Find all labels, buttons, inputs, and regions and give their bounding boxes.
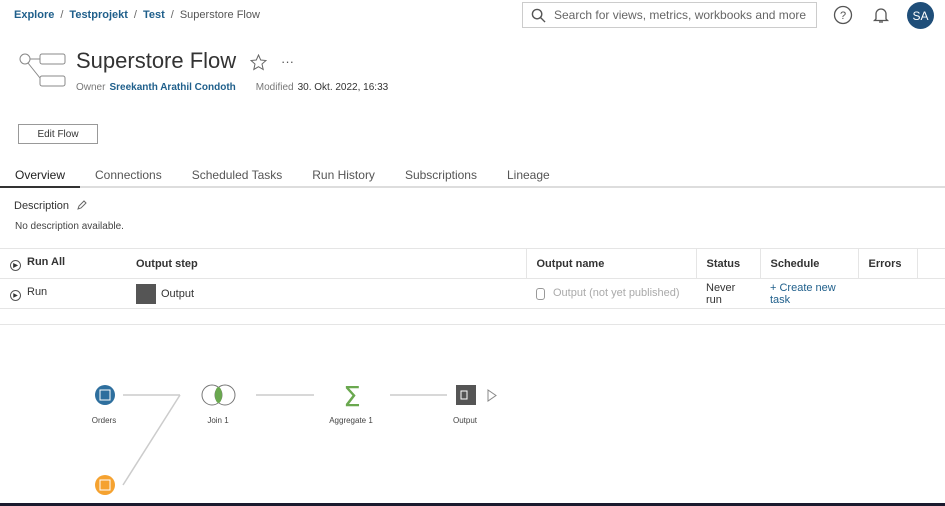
breadcrumb-explore[interactable]: Explore	[14, 9, 54, 21]
breadcrumb-current: Superstore Flow	[179, 9, 260, 21]
source-node-2[interactable]	[95, 475, 115, 495]
node-label-aggregate: Aggregate 1	[329, 416, 373, 425]
flow-meta: Owner Sreekanth Arathil Condoth Modified…	[76, 82, 389, 93]
outputs-table: ▶ Run All Output step Output name Status …	[0, 248, 945, 309]
node-label-orders: Orders	[91, 416, 117, 425]
owner-link[interactable]: Sreekanth Arathil Condoth	[109, 82, 235, 93]
database-icon	[536, 287, 545, 300]
output-node-icon[interactable]	[456, 385, 476, 405]
node-label-join: Join 1	[207, 416, 229, 425]
svg-text:?: ?	[840, 10, 846, 22]
flow-canvas: Σ	[95, 380, 497, 495]
tab-bar: Overview Connections Scheduled Tasks Run…	[0, 168, 945, 188]
favorite-star-icon[interactable]	[250, 54, 267, 71]
run-all-button[interactable]: ▶ Run All	[0, 248, 126, 279]
description-text: No description available.	[15, 221, 124, 232]
edit-flow-button[interactable]: Edit Flow	[18, 124, 98, 144]
help-icon[interactable]: ?	[833, 5, 853, 25]
run-output-icon[interactable]	[487, 389, 497, 402]
tab-scheduled-tasks[interactable]: Scheduled Tasks	[177, 168, 298, 188]
search-input[interactable]: Search for views, metrics, workbooks and…	[522, 2, 817, 28]
breadcrumb: Explore / Testprojekt / Test / Superstore F…	[14, 9, 260, 21]
tab-run-history[interactable]: Run History	[297, 168, 390, 188]
create-task-link[interactable]: + Create new task	[760, 278, 858, 309]
run-button[interactable]: ▶ Run	[0, 278, 126, 309]
tab-subscriptions[interactable]: Subscriptions	[390, 168, 492, 188]
play-icon: ▶	[10, 260, 21, 271]
search-icon	[531, 8, 546, 23]
avatar[interactable]: SA	[907, 2, 934, 29]
join-icon[interactable]	[201, 384, 236, 406]
more-actions-button[interactable]: ···	[281, 54, 294, 69]
node-label-output: Output	[452, 416, 477, 425]
flow-icon	[19, 53, 66, 87]
play-icon: ▶	[10, 290, 21, 301]
aggregate-sigma-icon[interactable]: Σ	[343, 380, 361, 413]
notifications-bell-icon[interactable]	[871, 5, 891, 25]
tab-connections[interactable]: Connections	[80, 168, 177, 188]
breadcrumb-test[interactable]: Test	[143, 9, 165, 21]
tab-overview[interactable]: Overview	[0, 168, 81, 188]
output-step-icon	[136, 283, 156, 304]
page-title: Superstore Flow	[76, 48, 237, 73]
orders-node[interactable]	[95, 385, 115, 405]
tab-lineage[interactable]: Lineage	[492, 168, 565, 188]
edit-pencil-icon[interactable]	[76, 199, 88, 211]
table-row: ▶ Run Output Output (not yet published) N…	[0, 278, 945, 309]
breadcrumb-project[interactable]: Testprojekt	[69, 9, 127, 21]
description-label: Description	[14, 199, 88, 212]
